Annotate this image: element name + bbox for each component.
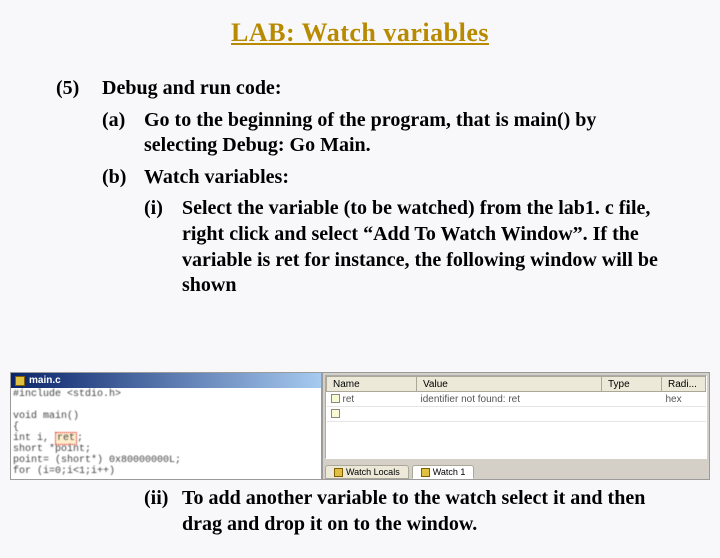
source-title-text: main.c bbox=[29, 375, 61, 386]
list-marker-5a: (a) bbox=[102, 108, 144, 159]
source-line: #include <stdio.h> bbox=[13, 389, 319, 400]
col-name[interactable]: Name bbox=[327, 377, 417, 392]
tab-watch-locals[interactable]: Watch Locals bbox=[325, 465, 409, 479]
watch-pane: Name Value Type Radi... retidentifier no… bbox=[322, 372, 710, 480]
list-marker-5b-i: (i) bbox=[144, 196, 182, 298]
list-marker-5b-ii: (ii) bbox=[144, 486, 182, 537]
cell-value bbox=[417, 407, 602, 422]
list-text-5a: Go to the beginning of the program, that… bbox=[144, 108, 664, 159]
source-line: int i, ret; bbox=[13, 433, 319, 444]
tab-icon bbox=[334, 468, 343, 477]
list-text-5: Debug and run code: bbox=[102, 76, 664, 102]
tab-label: Watch 1 bbox=[433, 467, 466, 477]
tab-watch-1[interactable]: Watch 1 bbox=[412, 465, 475, 479]
source-titlebar: main.c bbox=[11, 373, 321, 388]
cell-radix bbox=[662, 407, 706, 422]
source-code-body: #include <stdio.h> void main(){ int i, r… bbox=[11, 388, 321, 478]
list-item-5b-ii-wrap: (ii) To add another variable to the watc… bbox=[56, 486, 664, 543]
col-value[interactable]: Value bbox=[417, 377, 602, 392]
source-line bbox=[13, 400, 319, 411]
debugger-screenshot: main.c #include <stdio.h> void main(){ i… bbox=[10, 372, 710, 480]
table-row[interactable]: retidentifier not found: ret hex bbox=[327, 392, 706, 407]
col-radix[interactable]: Radi... bbox=[662, 377, 706, 392]
list-marker-5: (5) bbox=[56, 76, 102, 102]
list-item-5a: (a) Go to the beginning of the program, … bbox=[102, 108, 664, 159]
list-item-5b: (b) Watch variables: bbox=[102, 165, 664, 191]
source-line: void main() bbox=[13, 411, 319, 422]
source-line: for (i=0;i<1;i++) bbox=[13, 466, 319, 477]
tab-icon bbox=[421, 468, 430, 477]
list-text-5b: Watch variables: bbox=[144, 165, 664, 191]
row-icon bbox=[331, 394, 340, 403]
tab-label: Watch Locals bbox=[346, 467, 400, 477]
watch-tabs: Watch Locals Watch 1 bbox=[323, 461, 709, 479]
slide-body: (5) Debug and run code: (a) Go to the be… bbox=[56, 76, 664, 299]
source-line: short *point; bbox=[13, 444, 319, 455]
cell-name bbox=[327, 407, 417, 422]
slide-title: LAB: Watch variables bbox=[0, 18, 720, 48]
cell-value: identifier not found: ret bbox=[417, 392, 602, 407]
cell-type bbox=[602, 407, 662, 422]
col-type[interactable]: Type bbox=[602, 377, 662, 392]
list-text-5b-ii: To add another variable to the watch sel… bbox=[182, 486, 664, 537]
file-icon bbox=[15, 376, 25, 386]
source-line: point= (short*) 0x80000000L; bbox=[13, 455, 319, 466]
watch-grid: Name Value Type Radi... retidentifier no… bbox=[325, 375, 707, 459]
table-row[interactable] bbox=[327, 407, 706, 422]
list-marker-5b: (b) bbox=[102, 165, 144, 191]
list-text-5b-i: Select the variable (to be watched) from… bbox=[182, 196, 664, 298]
row-icon bbox=[331, 409, 340, 418]
cell-radix: hex bbox=[662, 392, 706, 407]
watch-table: Name Value Type Radi... retidentifier no… bbox=[326, 376, 706, 422]
list-item-5b-ii: (ii) To add another variable to the watc… bbox=[144, 486, 664, 537]
cell-type bbox=[602, 392, 662, 407]
source-editor-pane: main.c #include <stdio.h> void main(){ i… bbox=[10, 372, 322, 480]
list-item-5b-i: (i) Select the variable (to be watched) … bbox=[144, 196, 664, 298]
cell-name: ret bbox=[327, 392, 417, 407]
list-item-5: (5) Debug and run code: bbox=[56, 76, 664, 102]
